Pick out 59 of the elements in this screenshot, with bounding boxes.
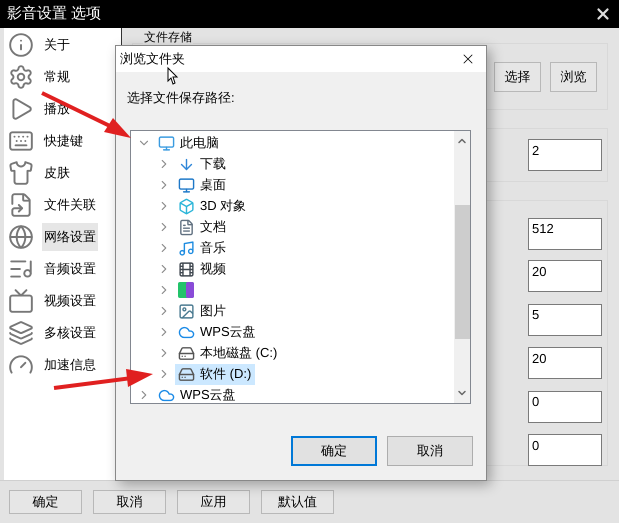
globe-icon (8, 224, 34, 250)
app-icon (178, 282, 194, 298)
tree-item[interactable]: 3D 对象 (175, 196, 250, 216)
tree-item[interactable]: WPS云盘 (155, 384, 240, 402)
input-field[interactable]: 0 (528, 434, 602, 466)
sidebar-item[interactable]: 加速信息 (42, 351, 98, 379)
input-field[interactable]: 0 (528, 390, 602, 422)
tree-item[interactable]: 视频 (175, 258, 230, 280)
desktop-icon (178, 176, 195, 194)
tree-item[interactable]: 文档 (175, 216, 230, 238)
tree-item[interactable]: 此电脑 (155, 132, 223, 154)
sidebar-item[interactable]: 音频设置 (42, 255, 98, 283)
info-icon (8, 32, 34, 58)
music-icon (178, 240, 195, 256)
sidebar-item[interactable]: 关于 (42, 31, 72, 59)
tree-item[interactable]: 本地磁盘 (C:) (175, 342, 282, 364)
tree-item[interactable]: 软件 (D:) (175, 364, 256, 384)
sidebar-item[interactable]: 文件关联 (42, 191, 98, 219)
sidebar-item[interactable]: 快捷键 (42, 127, 85, 155)
drive-icon (178, 344, 195, 362)
button[interactable]: 浏览 (550, 62, 597, 92)
film-icon (178, 260, 195, 278)
tree-item[interactable]: 下载 (175, 154, 230, 174)
monitor-icon (158, 134, 175, 152)
dialog-title: 浏览文件夹 (120, 50, 185, 68)
picture-icon (178, 302, 195, 320)
sidebar-item[interactable]: 网络设置 (42, 223, 98, 251)
input-field[interactable]: 2 (528, 139, 602, 171)
scrollbar[interactable] (454, 130, 470, 402)
input-field[interactable]: 20 (528, 260, 602, 292)
tree-item[interactable]: 音乐 (175, 238, 230, 258)
tv-icon (8, 288, 34, 314)
button[interactable]: 确定 (291, 436, 377, 466)
window-title: 影音设置 选项 (7, 4, 102, 24)
tree-item[interactable]: 图片 (175, 300, 230, 322)
layers-icon (8, 320, 34, 346)
button[interactable]: 默认值 (261, 490, 334, 514)
sidebar-item[interactable]: 常规 (42, 63, 72, 91)
button[interactable]: 取消 (93, 490, 166, 514)
input-field[interactable]: 20 (528, 347, 602, 379)
button[interactable]: 取消 (387, 436, 473, 466)
input-field[interactable]: 5 (528, 304, 602, 336)
input-field[interactable]: 512 (528, 218, 602, 250)
sidebar-item[interactable]: 多核设置 (42, 319, 98, 347)
shirt-icon (8, 160, 34, 186)
sidebar-item[interactable]: 视频设置 (42, 287, 98, 315)
button[interactable]: 选择 (494, 62, 541, 92)
sidebar-item[interactable]: 皮肤 (42, 159, 72, 187)
button[interactable]: 应用 (177, 490, 250, 514)
cube-icon (178, 198, 195, 214)
button[interactable]: 确定 (9, 490, 82, 514)
scroll-thumb[interactable] (454, 204, 470, 338)
prompt-text: 选择文件保存路径: (127, 89, 235, 107)
tree-item[interactable]: 桌面 (175, 174, 230, 196)
settings-icon (8, 64, 34, 90)
tree-item[interactable]: WPS云盘 (175, 322, 260, 342)
document-icon (178, 218, 195, 236)
drive-icon (178, 366, 195, 382)
group-title: 文件存储 (143, 30, 193, 44)
